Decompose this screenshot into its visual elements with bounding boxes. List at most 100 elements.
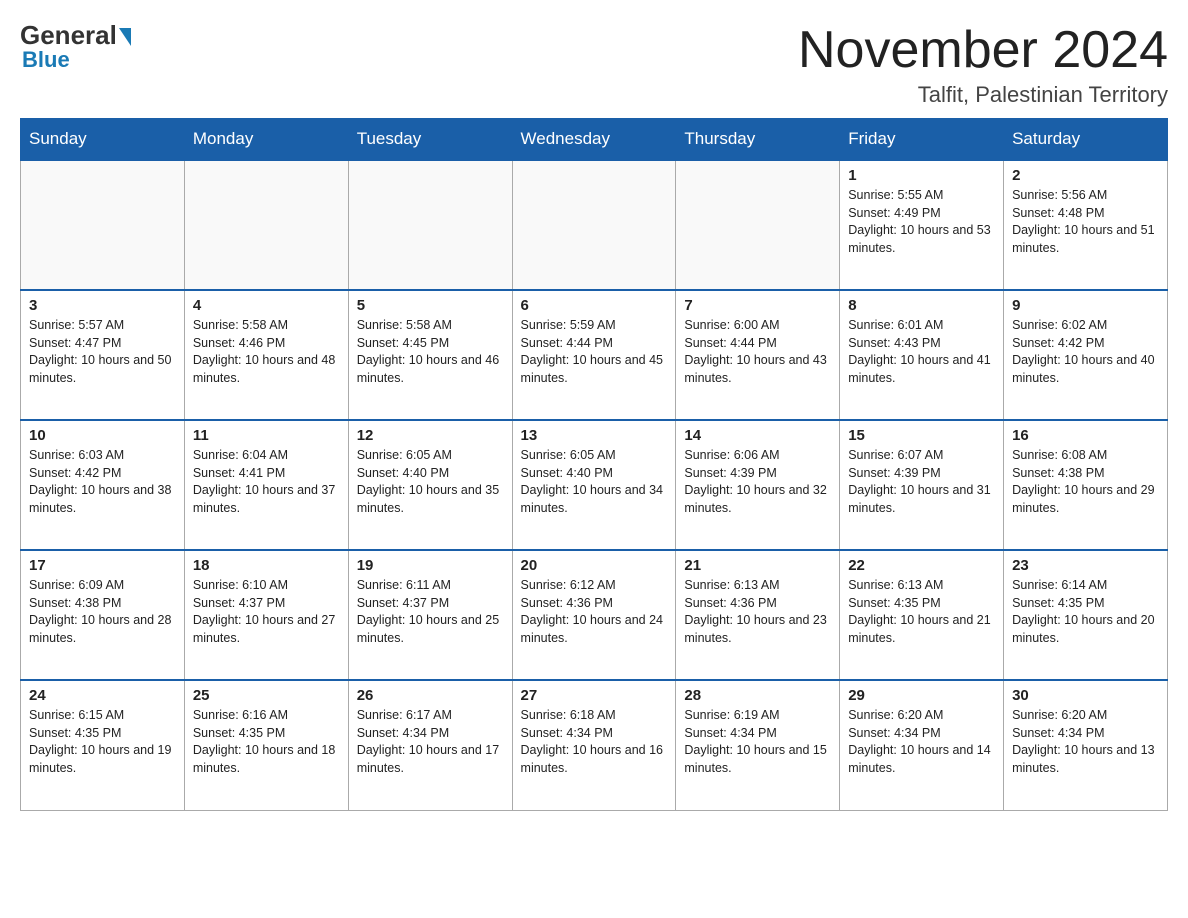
calendar-cell: 15 Sunrise: 6:07 AM Sunset: 4:39 PM Dayli… <box>840 420 1004 550</box>
calendar-header: SundayMondayTuesdayWednesdayThursdayFrid… <box>21 119 1168 161</box>
calendar-cell: 11 Sunrise: 6:04 AM Sunset: 4:41 PM Dayli… <box>184 420 348 550</box>
day-of-week-saturday: Saturday <box>1004 119 1168 161</box>
day-number: 12 <box>357 427 504 444</box>
month-title: November 2024 <box>798 20 1168 80</box>
calendar-cell: 14Sunrise: 6:06 AM Sunset: 4:39 PM Dayli… <box>676 420 840 550</box>
page-header: General Blue November 2024 Talfit, Pales… <box>20 20 1168 108</box>
calendar-cell: 22 Sunrise: 6:13 AM Sunset: 4:35 PM Dayli… <box>840 550 1004 680</box>
day-info: Sunrise: 6:07 AM Sunset: 4:39 PM Dayligh… <box>848 447 995 517</box>
day-number: 20 <box>521 557 668 574</box>
calendar-cell <box>21 160 185 290</box>
logo: General Blue <box>20 20 131 73</box>
day-number: 4 <box>193 297 340 314</box>
day-number: 29 <box>848 687 995 704</box>
calendar-cell: 29 Sunrise: 6:20 AM Sunset: 4:34 PM Dayli… <box>840 680 1004 810</box>
day-number: 9 <box>1012 297 1159 314</box>
day-info: Sunrise: 6:20 AM Sunset: 4:34 PM Dayligh… <box>848 707 995 777</box>
day-info: Sunrise: 6:13 AM Sunset: 4:35 PM Dayligh… <box>848 577 995 647</box>
day-info: Sunrise: 6:02 AM Sunset: 4:42 PM Dayligh… <box>1012 317 1159 387</box>
day-number: 5 <box>357 297 504 314</box>
calendar-cell: 7 Sunrise: 6:00 AM Sunset: 4:44 PM Daylig… <box>676 290 840 420</box>
day-info: Sunrise: 6:09 AM Sunset: 4:38 PM Dayligh… <box>29 577 176 647</box>
day-number: 19 <box>357 557 504 574</box>
calendar-cell: 13Sunrise: 6:05 AM Sunset: 4:40 PM Dayli… <box>512 420 676 550</box>
day-number: 6 <box>521 297 668 314</box>
day-info: Sunrise: 6:03 AM Sunset: 4:42 PM Dayligh… <box>29 447 176 517</box>
day-number: 25 <box>193 687 340 704</box>
calendar-week-2: 3 Sunrise: 5:57 AM Sunset: 4:47 PM Daylig… <box>21 290 1168 420</box>
day-info: Sunrise: 6:14 AM Sunset: 4:35 PM Dayligh… <box>1012 577 1159 647</box>
day-number: 30 <box>1012 687 1159 704</box>
day-info: Sunrise: 6:18 AM Sunset: 4:34 PM Dayligh… <box>521 707 668 777</box>
day-info: Sunrise: 6:05 AM Sunset: 4:40 PM Dayligh… <box>357 447 504 517</box>
calendar-week-5: 24Sunrise: 6:15 AM Sunset: 4:35 PM Dayli… <box>21 680 1168 810</box>
day-info: Sunrise: 5:57 AM Sunset: 4:47 PM Dayligh… <box>29 317 176 387</box>
calendar-cell: 30 Sunrise: 6:20 AM Sunset: 4:34 PM Dayli… <box>1004 680 1168 810</box>
calendar-cell: 10 Sunrise: 6:03 AM Sunset: 4:42 PM Dayli… <box>21 420 185 550</box>
calendar-cell: 1 Sunrise: 5:55 AM Sunset: 4:49 PM Daylig… <box>840 160 1004 290</box>
day-of-week-wednesday: Wednesday <box>512 119 676 161</box>
calendar-cell: 28Sunrise: 6:19 AM Sunset: 4:34 PM Dayli… <box>676 680 840 810</box>
day-number: 24 <box>29 687 176 704</box>
title-section: November 2024 Talfit, Palestinian Territ… <box>798 20 1168 108</box>
calendar-cell: 21Sunrise: 6:13 AM Sunset: 4:36 PM Dayli… <box>676 550 840 680</box>
day-info: Sunrise: 5:55 AM Sunset: 4:49 PM Dayligh… <box>848 187 995 257</box>
calendar-cell: 3 Sunrise: 5:57 AM Sunset: 4:47 PM Daylig… <box>21 290 185 420</box>
day-number: 26 <box>357 687 504 704</box>
calendar-cell: 9 Sunrise: 6:02 AM Sunset: 4:42 PM Daylig… <box>1004 290 1168 420</box>
day-number: 14 <box>684 427 831 444</box>
day-number: 28 <box>684 687 831 704</box>
day-number: 10 <box>29 427 176 444</box>
calendar-cell: 25 Sunrise: 6:16 AM Sunset: 4:35 PM Dayli… <box>184 680 348 810</box>
day-number: 16 <box>1012 427 1159 444</box>
day-of-week-tuesday: Tuesday <box>348 119 512 161</box>
logo-blue-text: Blue <box>20 47 70 73</box>
calendar-week-4: 17Sunrise: 6:09 AM Sunset: 4:38 PM Dayli… <box>21 550 1168 680</box>
day-number: 1 <box>848 167 995 184</box>
day-of-week-sunday: Sunday <box>21 119 185 161</box>
calendar-cell: 5 Sunrise: 5:58 AM Sunset: 4:45 PM Daylig… <box>348 290 512 420</box>
calendar-cell: 24Sunrise: 6:15 AM Sunset: 4:35 PM Dayli… <box>21 680 185 810</box>
day-number: 7 <box>684 297 831 314</box>
day-info: Sunrise: 6:11 AM Sunset: 4:37 PM Dayligh… <box>357 577 504 647</box>
calendar-cell: 6 Sunrise: 5:59 AM Sunset: 4:44 PM Daylig… <box>512 290 676 420</box>
day-number: 13 <box>521 427 668 444</box>
day-info: Sunrise: 5:58 AM Sunset: 4:45 PM Dayligh… <box>357 317 504 387</box>
calendar-cell <box>184 160 348 290</box>
day-number: 11 <box>193 427 340 444</box>
calendar-cell: 20 Sunrise: 6:12 AM Sunset: 4:36 PM Dayli… <box>512 550 676 680</box>
calendar-cell <box>676 160 840 290</box>
calendar-cell: 4Sunrise: 5:58 AM Sunset: 4:46 PM Daylig… <box>184 290 348 420</box>
day-number: 21 <box>684 557 831 574</box>
day-info: Sunrise: 6:10 AM Sunset: 4:37 PM Dayligh… <box>193 577 340 647</box>
day-info: Sunrise: 6:04 AM Sunset: 4:41 PM Dayligh… <box>193 447 340 517</box>
day-number: 2 <box>1012 167 1159 184</box>
day-number: 22 <box>848 557 995 574</box>
calendar-body: 1 Sunrise: 5:55 AM Sunset: 4:49 PM Daylig… <box>21 160 1168 810</box>
day-number: 15 <box>848 427 995 444</box>
day-number: 18 <box>193 557 340 574</box>
logo-arrow-icon <box>119 28 131 46</box>
days-of-week-row: SundayMondayTuesdayWednesdayThursdayFrid… <box>21 119 1168 161</box>
calendar-cell: 2 Sunrise: 5:56 AM Sunset: 4:48 PM Daylig… <box>1004 160 1168 290</box>
calendar-cell: 18 Sunrise: 6:10 AM Sunset: 4:37 PM Dayli… <box>184 550 348 680</box>
day-of-week-friday: Friday <box>840 119 1004 161</box>
day-info: Sunrise: 6:16 AM Sunset: 4:35 PM Dayligh… <box>193 707 340 777</box>
day-info: Sunrise: 5:59 AM Sunset: 4:44 PM Dayligh… <box>521 317 668 387</box>
day-info: Sunrise: 6:12 AM Sunset: 4:36 PM Dayligh… <box>521 577 668 647</box>
day-info: Sunrise: 6:17 AM Sunset: 4:34 PM Dayligh… <box>357 707 504 777</box>
calendar-week-1: 1 Sunrise: 5:55 AM Sunset: 4:49 PM Daylig… <box>21 160 1168 290</box>
day-info: Sunrise: 6:00 AM Sunset: 4:44 PM Dayligh… <box>684 317 831 387</box>
day-info: Sunrise: 6:20 AM Sunset: 4:34 PM Dayligh… <box>1012 707 1159 777</box>
calendar-cell <box>348 160 512 290</box>
calendar-cell: 19 Sunrise: 6:11 AM Sunset: 4:37 PM Dayli… <box>348 550 512 680</box>
calendar-cell: 16 Sunrise: 6:08 AM Sunset: 4:38 PM Dayli… <box>1004 420 1168 550</box>
day-number: 3 <box>29 297 176 314</box>
day-info: Sunrise: 5:56 AM Sunset: 4:48 PM Dayligh… <box>1012 187 1159 257</box>
day-of-week-monday: Monday <box>184 119 348 161</box>
calendar-cell <box>512 160 676 290</box>
day-info: Sunrise: 6:08 AM Sunset: 4:38 PM Dayligh… <box>1012 447 1159 517</box>
location-title: Talfit, Palestinian Territory <box>798 82 1168 108</box>
day-of-week-thursday: Thursday <box>676 119 840 161</box>
calendar-week-3: 10 Sunrise: 6:03 AM Sunset: 4:42 PM Dayli… <box>21 420 1168 550</box>
